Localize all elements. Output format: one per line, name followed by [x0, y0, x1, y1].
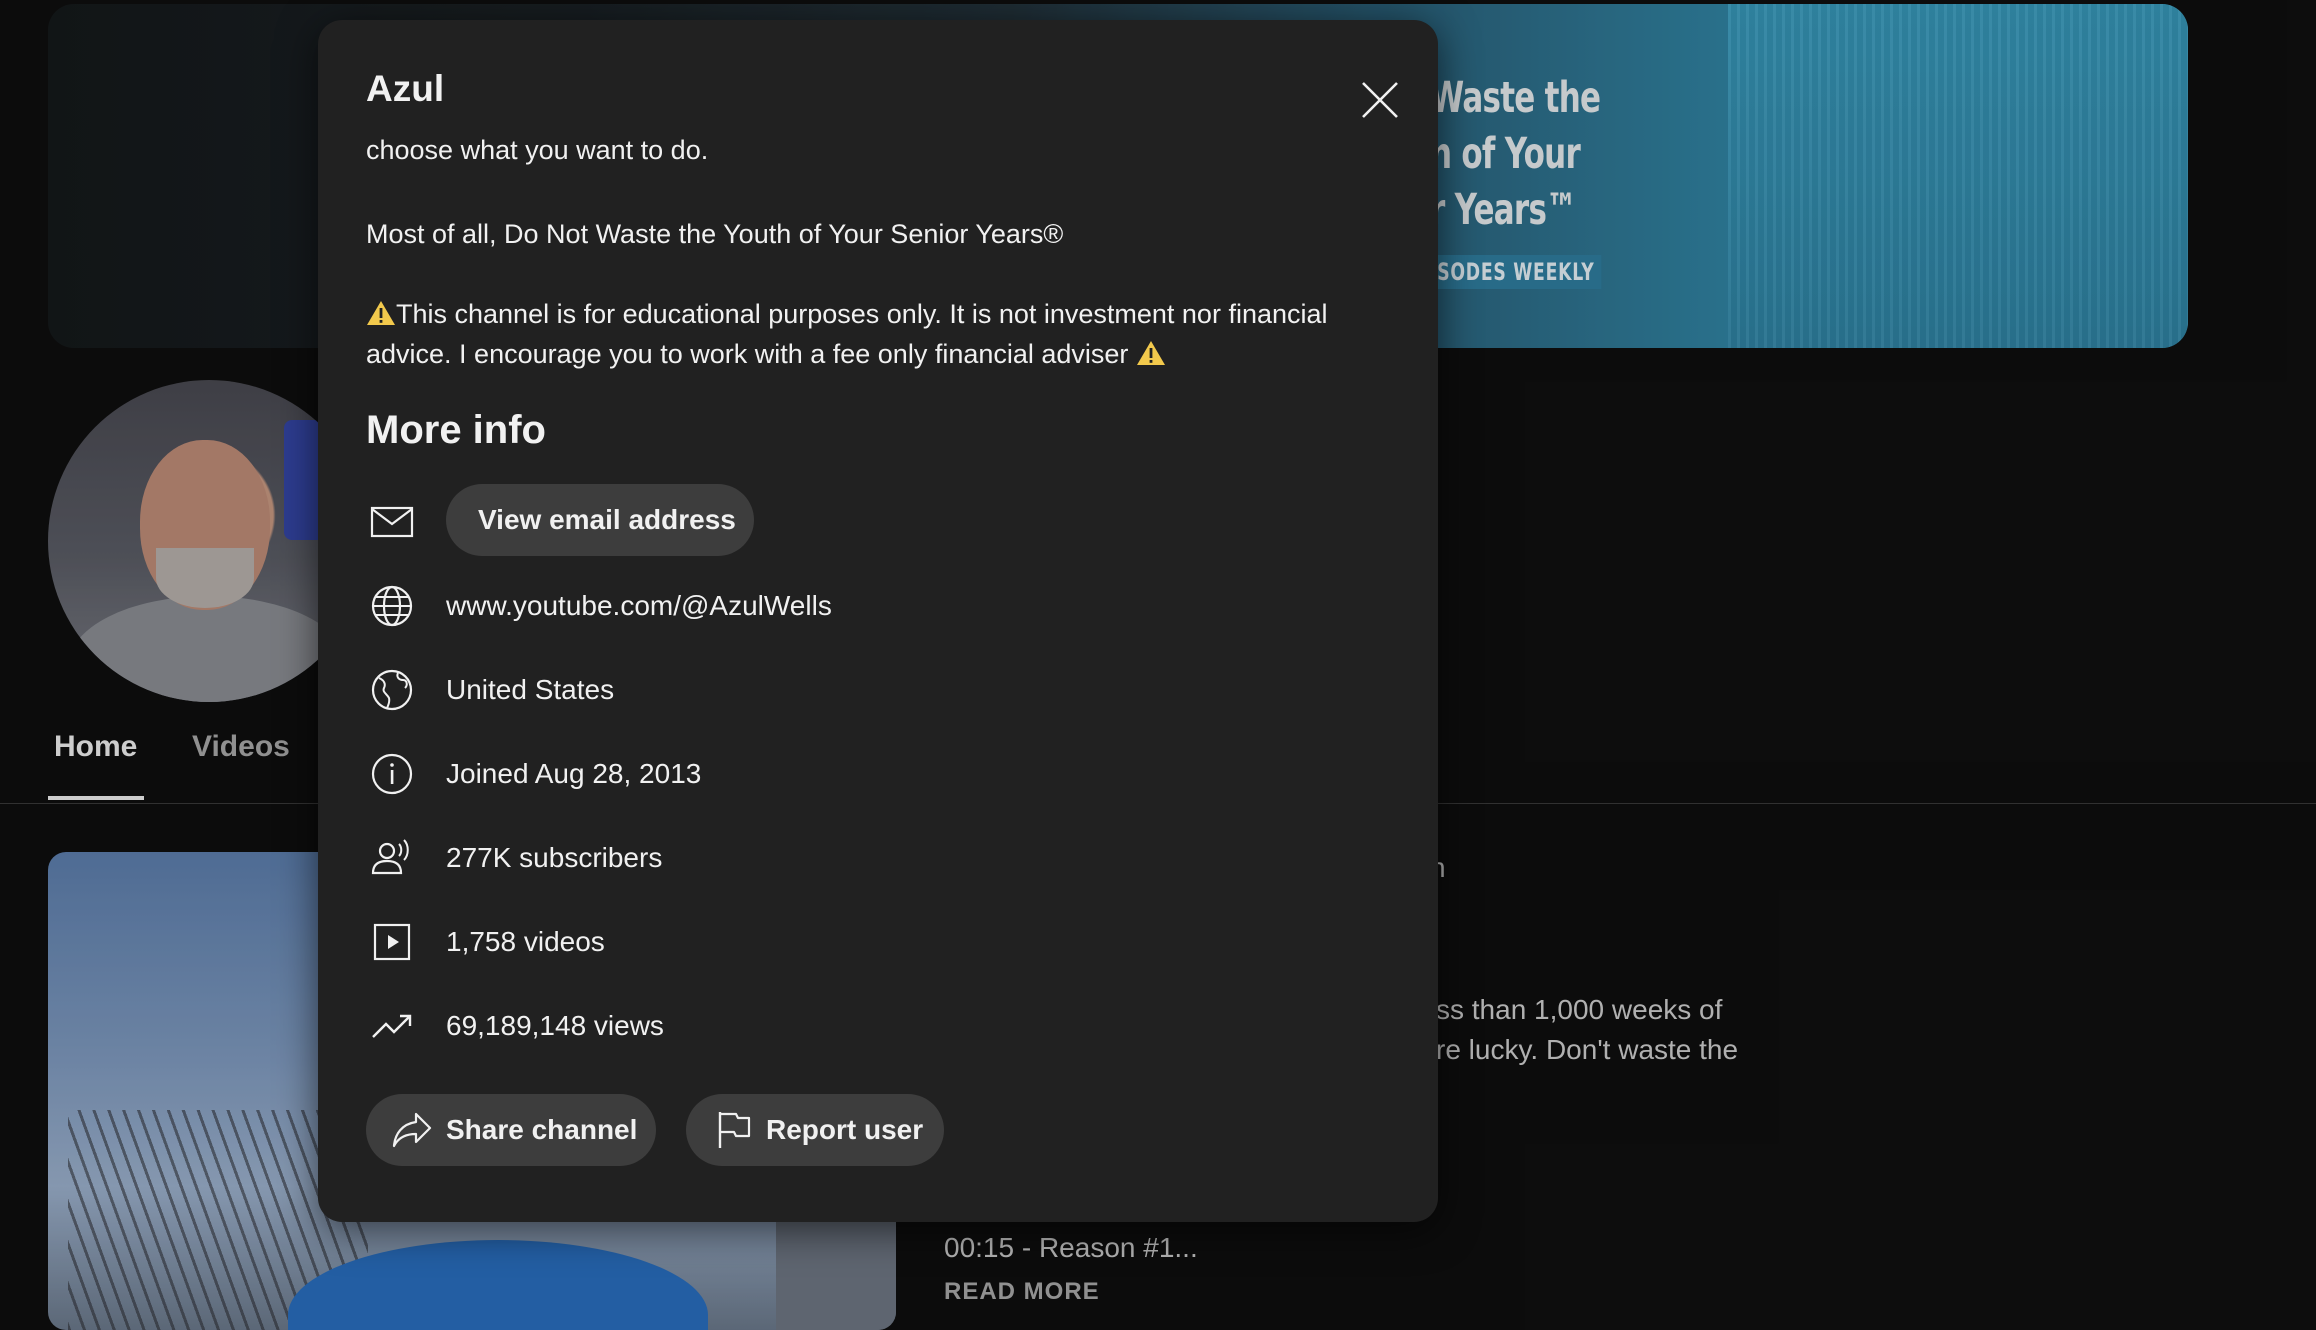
- share-channel-label: Share channel: [446, 1114, 638, 1145]
- report-user-label: Report user: [766, 1114, 924, 1145]
- description-clipped-line: choose what you want to do.: [366, 138, 709, 165]
- view-email-button[interactable]: View email address: [446, 484, 754, 556]
- disclaimer-line-1: This channel is for educational purposes…: [396, 299, 1328, 329]
- country-text: United States: [446, 674, 615, 705]
- description-clipped: choose what you want to do.: [366, 138, 1396, 170]
- description-paragraph: Most of all, Do Not Waste the Youth of Y…: [366, 219, 1064, 249]
- joined-date: Joined Aug 28, 2013: [446, 758, 702, 789]
- globe-icon: [366, 580, 418, 632]
- view-email-label: View email address: [478, 504, 736, 535]
- close-button[interactable]: [1348, 68, 1412, 132]
- about-dialog: Azul choose what you want to do. Most of…: [318, 20, 1438, 1222]
- dialog-title: Azul: [366, 68, 445, 109]
- subscriber-count: 277K subscribers: [446, 842, 663, 873]
- description-disclaimer: This channel is for educational purposes…: [366, 294, 1396, 374]
- person-radiating-icon: [366, 832, 418, 884]
- videos-row: 1,758 videos: [366, 912, 605, 972]
- channel-link[interactable]: www.youtube.com/@AzulWells: [446, 590, 832, 622]
- globe-americas-icon: [366, 664, 418, 716]
- flag-icon: [710, 1106, 758, 1154]
- disclaimer-line-2: advice. I encourage you to work with a f…: [366, 339, 1129, 369]
- info-icon: [366, 748, 418, 800]
- play-box-icon: [366, 916, 418, 968]
- warning-icon: [367, 301, 395, 325]
- video-count: 1,758 videos: [446, 926, 605, 957]
- channel-page: Waste the n of Your r Years™ SODES WEEKL…: [0, 0, 2316, 1330]
- close-icon: [1362, 82, 1398, 118]
- report-user-button[interactable]: Report user: [686, 1094, 944, 1166]
- share-channel-button[interactable]: Share channel: [366, 1094, 656, 1166]
- more-info-heading: More info: [366, 408, 546, 452]
- country-row: United States: [366, 660, 614, 720]
- subscribers-row: 277K subscribers: [366, 828, 662, 888]
- joined-row: Joined Aug 28, 2013: [366, 744, 701, 804]
- mail-icon: [366, 496, 418, 548]
- trending-up-icon: [366, 1000, 418, 1052]
- link-row: www.youtube.com/@AzulWells: [366, 576, 832, 636]
- email-row: [366, 492, 418, 552]
- share-arrow-icon: [388, 1106, 436, 1154]
- warning-icon: [1136, 341, 1165, 365]
- views-row: 69,189,148 views: [366, 996, 664, 1056]
- view-count: 69,189,148 views: [446, 1010, 664, 1041]
